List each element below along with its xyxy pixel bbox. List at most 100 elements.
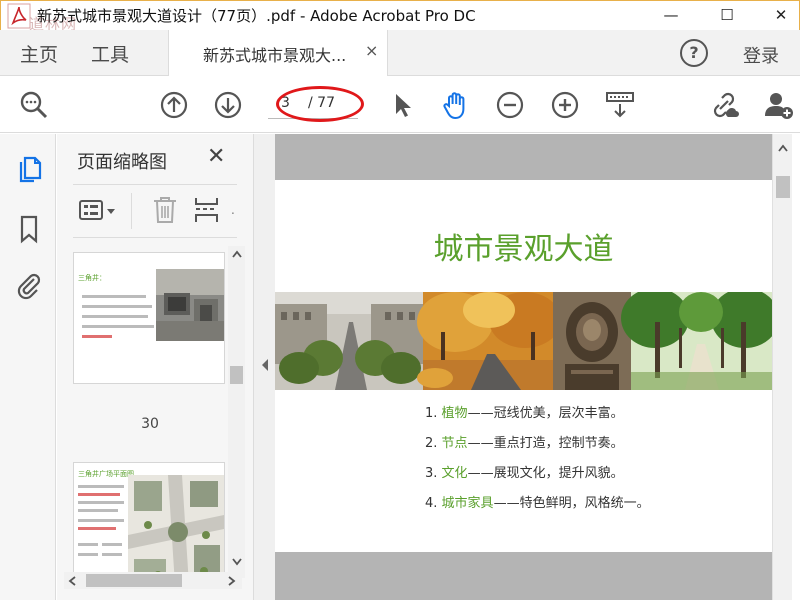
doc-scroll-thumb[interactable] — [776, 176, 790, 198]
thumbnail-options-icon[interactable] — [79, 199, 119, 223]
photo-avenue — [275, 292, 423, 390]
tab-close-icon[interactable]: × — [365, 41, 378, 60]
maximize-button[interactable]: ☐ — [707, 1, 747, 29]
thumb-text-line — [78, 553, 98, 556]
thumb-site-plan — [128, 475, 224, 576]
list-number: 4. — [425, 496, 438, 511]
list-text: ——冠线优美，层次丰富。 — [467, 406, 624, 421]
thumb-text-line — [78, 519, 124, 522]
thumb-text-line — [78, 543, 98, 546]
list-text: ——重点打造，控制节奏。 — [467, 436, 624, 451]
scroll-down-arrow-icon[interactable] — [232, 558, 242, 566]
feature-list: 1. 植物——冠线优美，层次丰富。 2. 节点——重点打造，控制节奏。 3. 文… — [425, 402, 650, 522]
thumb-text-line — [78, 493, 120, 496]
thumb-text-line — [82, 325, 154, 328]
list-keyword: 城市家具 — [441, 496, 494, 511]
scroll-thumb[interactable] — [230, 366, 243, 384]
list-item: 2. 节点——重点打造，控制节奏。 — [425, 432, 650, 462]
scroll-thumb[interactable] — [86, 574, 182, 587]
tab-document[interactable]: 新苏式城市景观大... × — [168, 30, 388, 76]
page-thumbnails-icon[interactable] — [14, 154, 44, 184]
bookmarks-icon[interactable] — [14, 214, 44, 244]
list-keyword: 植物 — [441, 406, 468, 421]
close-window-button[interactable]: ✕ — [761, 1, 800, 29]
keyboard-scroll-icon[interactable] — [604, 89, 636, 121]
thumb-text-line — [78, 501, 124, 504]
panel-title: 页面缩略图 — [77, 152, 167, 173]
add-user-icon[interactable] — [762, 89, 794, 121]
thumb-text-line — [102, 553, 122, 556]
help-button[interactable]: ? — [680, 39, 708, 67]
list-keyword: 文化 — [441, 466, 468, 481]
thumb-heading: 三角井广场平面图 — [78, 470, 134, 478]
scroll-right-arrow-icon[interactable] — [228, 576, 236, 586]
zoom-out-icon[interactable] — [494, 89, 526, 121]
left-navigation-rail — [0, 134, 56, 600]
thumb-text-line — [82, 305, 152, 308]
zoom-search-icon[interactable] — [18, 89, 50, 121]
list-text: ——展现文化，提升风貌。 — [467, 466, 624, 481]
delete-page-icon[interactable] — [151, 195, 179, 225]
document-heading: 城市景观大道 — [433, 232, 614, 267]
list-item: 3. 文化——展现文化，提升风貌。 — [425, 462, 650, 492]
photo-autumn-road — [417, 292, 561, 390]
scroll-left-arrow-icon[interactable] — [68, 576, 76, 586]
thumb-heading: 三角井： — [78, 274, 106, 282]
pdf-page: 城市景观大道 1. 植物——冠线优美，层次丰富。 2. 节点——重点打造，控制节… — [275, 180, 772, 552]
panel-close-button[interactable]: ✕ — [207, 144, 225, 169]
photo-carved-post — [553, 292, 631, 390]
thumb-text-line — [78, 509, 118, 512]
list-number: 1. — [425, 406, 438, 421]
page-total-label: / 77 — [308, 95, 335, 111]
list-item: 4. 城市家具——特色鲜明，风格统一。 — [425, 492, 650, 522]
thumb-text-line — [82, 295, 146, 298]
tab-tools[interactable]: 工具 — [91, 40, 129, 67]
hand-tool-icon[interactable] — [440, 89, 472, 121]
collapse-arrow-icon[interactable] — [261, 358, 269, 372]
minimize-button[interactable]: — — [651, 1, 691, 29]
select-cursor-icon[interactable] — [386, 89, 418, 121]
thumbnail-horizontal-scrollbar[interactable] — [64, 572, 242, 589]
thumbnail-list: 三角井： 30 三角井广场平面图 — [57, 246, 253, 576]
window-titlebar: 道林网 新苏式城市景观大道设计（77页）.pdf - Adobe Acrobat… — [0, 0, 800, 33]
zoom-in-icon[interactable] — [549, 89, 581, 121]
scroll-up-arrow-icon[interactable] — [232, 250, 242, 258]
page-up-icon[interactable] — [158, 89, 190, 121]
thumbnail-page-31[interactable]: 三角井广场平面图 — [73, 462, 225, 576]
thumbnail-page-30[interactable]: 三角井： — [73, 252, 225, 384]
thumbnail-page-number: 30 — [141, 416, 159, 432]
tab-home[interactable]: 主页 — [20, 40, 58, 67]
page-current-input[interactable]: 3 — [281, 95, 293, 111]
attachments-icon[interactable] — [14, 270, 44, 300]
thumb-photo-stonework — [156, 269, 224, 341]
thumbnail-vertical-scrollbar[interactable] — [228, 246, 245, 578]
list-text: ——特色鲜明，风格统一。 — [493, 496, 650, 511]
document-vertical-scrollbar[interactable] — [772, 134, 792, 600]
document-view[interactable]: 城市景观大道 1. 植物——冠线优美，层次丰富。 2. 节点——重点打造，控制节… — [275, 134, 772, 600]
list-number: 3. — [425, 466, 438, 481]
main-toolbar: 3 / 77 — [0, 77, 800, 133]
thumb-text-line — [78, 485, 124, 488]
doc-scroll-up-arrow-icon[interactable] — [778, 144, 788, 152]
thumb-text-line — [78, 527, 116, 530]
page-down-icon[interactable] — [212, 89, 244, 121]
thumb-text-line — [82, 315, 148, 318]
page-number-field[interactable]: 3 / 77 — [268, 91, 358, 119]
extract-page-icon[interactable] — [193, 195, 221, 225]
list-keyword: 节点 — [441, 436, 468, 451]
tab-bar: 主页 工具 新苏式城市景观大... × ? 登录 — [0, 30, 800, 76]
photo-tree-alley — [621, 292, 772, 390]
thumb-text-line — [82, 335, 112, 338]
photo-strip — [275, 292, 772, 390]
panel-collapse-handle[interactable] — [253, 134, 275, 600]
more-tools-indicator[interactable]: . — [231, 203, 235, 217]
thumbnail-panel: 页面缩略图 ✕ . 三角井： 30 三角井广场平面图 — [57, 134, 253, 600]
thumbnail-toolbar: . — [73, 184, 237, 238]
list-item: 1. 植物——冠线优美，层次丰富。 — [425, 402, 650, 432]
login-button[interactable]: 登录 — [743, 42, 779, 68]
share-link-icon[interactable] — [708, 89, 740, 121]
thumb-text-line — [102, 543, 122, 546]
toolbar-divider — [131, 193, 132, 229]
acrobat-logo-icon — [7, 3, 31, 29]
tab-document-label: 新苏式城市景观大... — [203, 46, 347, 65]
